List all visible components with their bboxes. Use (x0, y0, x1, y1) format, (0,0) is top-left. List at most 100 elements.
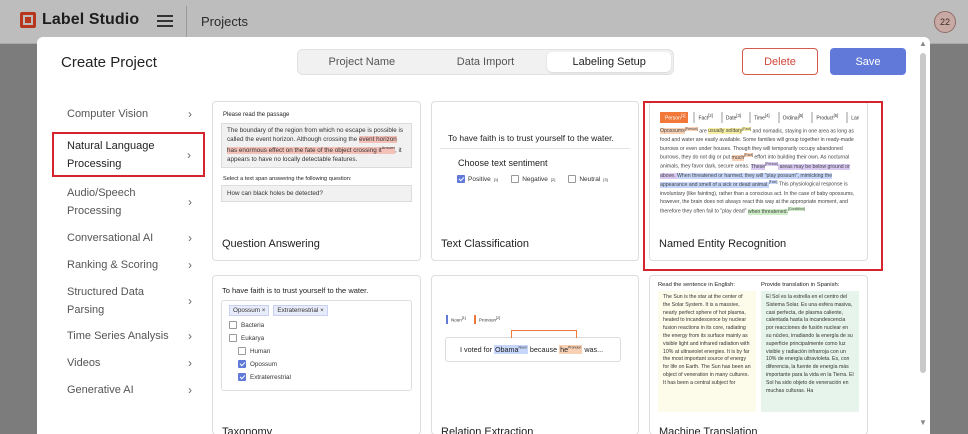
category-label: Structured Data Parsing (67, 286, 145, 316)
template-card-machine-translation[interactable]: Read the sentence in English: The Sun is… (649, 275, 868, 434)
step-tabs: Project Name Data Import Labeling Setup (297, 49, 674, 75)
menu-icon[interactable] (157, 15, 173, 27)
entity-tag: [Fact] (744, 153, 753, 158)
template-title: Question Answering (222, 238, 320, 250)
tax-sentence: To have faith is to trust yourself to th… (222, 286, 369, 295)
chevron-right-icon: › (188, 195, 192, 209)
category-structured-data-parsing[interactable]: Structured Data Parsing › (52, 283, 204, 319)
chevron-right-icon: › (188, 329, 192, 343)
entity-tag: [Person] (684, 126, 698, 131)
chip-label: Extraterrestrial (277, 307, 319, 314)
delete-button[interactable]: Delete (742, 48, 818, 75)
hotkey: [5] (798, 113, 804, 118)
chip[interactable]: Extraterrestrial × (273, 305, 328, 316)
label-text: Date (725, 115, 737, 122)
app-logo[interactable]: Label Studio (20, 11, 139, 29)
category-natural-language-processing[interactable]: Natural Language Processing › (52, 132, 205, 177)
category-videos[interactable]: Videos › (52, 354, 204, 372)
entity-span: These (750, 164, 766, 171)
scrollbar[interactable]: ▲ ▼ (916, 37, 930, 434)
category-label: Audio/Speech Processing (67, 187, 136, 217)
hotkey: [3] (736, 113, 742, 118)
category-list: Computer Vision › Natural Language Proce… (52, 105, 205, 399)
label-text: Lang (851, 115, 859, 122)
ner-label-lang[interactable]: Lang[7] (846, 112, 859, 123)
category-time-series-analysis[interactable]: Time Series Analysis › (52, 327, 204, 345)
template-preview: Noun[1] Pronoun[2] I voted for ObamaNoun… (432, 282, 638, 412)
mt-columns: Read the sentence in English: The Sun is… (658, 282, 859, 412)
label-text: Time (754, 115, 765, 122)
checkbox-icon (238, 347, 246, 355)
entity-tag: Pronoun (568, 345, 582, 350)
hotkey: [2] (708, 113, 713, 118)
label-pronoun: Pronoun[2] (473, 315, 503, 324)
modal-title: Create Project (61, 54, 157, 71)
tab-project-name[interactable]: Project Name (300, 52, 424, 72)
template-preview: Person[1] Fact[2] Date[3] Time[4] Ordinal[5]… (658, 108, 859, 226)
chevron-right-icon: › (188, 258, 192, 272)
chip[interactable]: Opossum × (229, 305, 270, 316)
save-button[interactable]: Save (830, 48, 906, 75)
ner-label-product[interactable]: Product[6] (811, 112, 841, 123)
create-project-modal: Create Project Project Name Data Import … (37, 37, 930, 434)
label-text: Pronoun (478, 317, 496, 323)
hotkey: [3] (603, 176, 608, 182)
ner-label-ordinal[interactable]: Ordinal[5] (777, 112, 807, 123)
choice-negative: Negative [2] (511, 175, 555, 183)
tax-item-label: Bacteria (241, 321, 265, 329)
tab-data-import[interactable]: Data Import (424, 52, 548, 72)
scroll-up-icon[interactable]: ▲ (919, 39, 927, 48)
category-ranking-scoring[interactable]: Ranking & Scoring › (52, 256, 204, 274)
tc-choose-label: Choose text sentiment (458, 158, 548, 168)
category-audio-speech-processing[interactable]: Audio/Speech Processing › (52, 184, 204, 220)
label-text: Fact (698, 115, 709, 122)
hotkey: [1] (461, 316, 466, 320)
scroll-thumb[interactable] (920, 53, 926, 373)
ner-label-person[interactable]: Person[1] (660, 112, 689, 123)
template-card-text-classification[interactable]: To have faith is to trust yourself to th… (431, 101, 639, 261)
choice-label: Positive (468, 175, 491, 183)
tax-item-label: Eukarya (241, 334, 265, 342)
divider (186, 6, 187, 38)
template-preview: Please read the passage The boundary of … (221, 108, 412, 226)
checkbox-icon (229, 321, 237, 329)
category-generative-ai[interactable]: Generative AI › (52, 381, 204, 399)
template-card-taxonomy[interactable]: To have faith is to trust yourself to th… (212, 275, 421, 434)
entity-span: When threatened or harmed, they will "pl… (677, 172, 798, 179)
answer-tag: Answer (381, 144, 395, 150)
label-text: Noun (451, 317, 462, 323)
category-computer-vision[interactable]: Computer Vision › (52, 105, 204, 123)
entity-text: he (560, 344, 569, 354)
chevron-right-icon: › (188, 383, 192, 397)
ner-label-fact[interactable]: Fact[2] (693, 112, 715, 123)
entity-pronoun: hePronoun (559, 344, 583, 354)
category-conversational-ai[interactable]: Conversational AI › (52, 229, 204, 247)
label-text: Product (816, 115, 834, 122)
hotkey: [1] (493, 176, 499, 182)
template-card-relation-extraction[interactable]: Noun[1] Pronoun[2] I voted for ObamaNoun… (431, 275, 639, 434)
breadcrumb[interactable]: Projects (201, 14, 248, 29)
template-card-named-entity-recognition[interactable]: Person[1] Fact[2] Date[3] Time[4] Ordinal[5]… (649, 101, 868, 261)
ner-label-date[interactable]: Date[3] (720, 112, 744, 123)
hotkey: [1] (680, 113, 686, 118)
ner-label-bar: Person[1] Fact[2] Date[3] Time[4] Ordinal[5]… (660, 112, 859, 123)
tax-item-human: Human (238, 347, 404, 355)
chevron-right-icon: › (188, 107, 192, 121)
mt-source-text: The Sun is the star at the center of the… (658, 291, 756, 412)
tab-labeling-setup[interactable]: Labeling Setup (547, 52, 672, 72)
avatar[interactable]: 22 (934, 11, 956, 33)
scroll-down-icon[interactable]: ▼ (919, 418, 927, 427)
checkbox-icon (511, 175, 520, 183)
mt-target-text: El Sol es la estrella en el centro del S… (761, 291, 859, 412)
category-label: Generative AI (67, 384, 134, 396)
hotkey: [6] (833, 113, 839, 118)
checkbox-icon (229, 334, 237, 342)
category-label: Natural Language Processing (67, 140, 155, 170)
ner-label-time[interactable]: Time[4] (749, 112, 773, 123)
template-title: Text Classification (441, 238, 530, 250)
template-card-question-answering[interactable]: Please read the passage The boundary of … (212, 101, 421, 261)
template-title: Taxonomy (222, 426, 273, 434)
tc-options: Positive [1] Negative [2] Neutral [3] (440, 168, 630, 183)
tax-item-label: Extraterrestrial (250, 373, 291, 381)
rel-text-part: because (527, 344, 560, 354)
